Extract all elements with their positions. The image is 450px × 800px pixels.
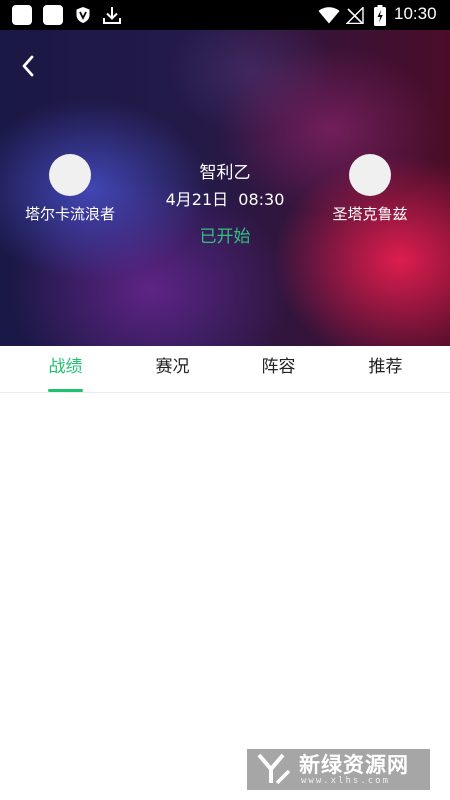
wifi-icon [318,7,340,24]
tab-lineup[interactable]: 阵容 [225,346,332,392]
away-team-name: 圣塔克鲁兹 [332,205,408,223]
download-icon [103,7,121,24]
battery-charging-icon [374,5,386,26]
away-team[interactable]: 圣塔克鲁兹 [300,154,440,223]
app-square-icon [12,5,32,25]
watermark-text: 新绿资源网 [299,753,409,777]
clock-time: 10:30 [394,4,437,23]
home-team-logo [49,154,91,196]
tab-recommend[interactable]: 推荐 [332,346,439,392]
match-header: 塔尔卡流浪者 智利乙 4月21日 08:30 已开始 圣塔克鲁兹 [0,30,450,346]
tab-label: 阵容 [261,357,296,377]
league-name: 智利乙 [199,163,251,183]
tab-label: 推荐 [368,357,403,377]
signal-off-icon [346,7,364,24]
home-team[interactable]: 塔尔卡流浪者 [0,154,140,223]
watermark-logo-icon [257,753,291,785]
tab-record[interactable]: 战绩 [12,346,119,392]
home-team-name: 塔尔卡流浪者 [24,205,115,223]
tab-live[interactable]: 赛况 [119,346,226,392]
shield-icon [76,7,90,23]
status-bar: 10:30 [0,0,450,30]
app-square-icon [43,5,63,25]
tab-content [0,393,450,800]
chevron-left-icon[interactable] [16,52,42,80]
tab-label: 赛况 [155,357,190,377]
match-info: 智利乙 4月21日 08:30 已开始 [125,162,325,248]
watermark: 新绿资源网 www.xlhs.com [247,749,430,790]
tab-label: 战绩 [48,357,83,377]
active-tab-indicator [48,389,83,392]
tab-bar: 战绩 赛况 阵容 推荐 [0,346,450,393]
match-datetime: 4月21日 08:30 [165,190,285,209]
watermark-url: www.xlhs.com [301,776,391,786]
away-team-logo [349,154,391,196]
match-status: 已开始 [199,227,251,247]
